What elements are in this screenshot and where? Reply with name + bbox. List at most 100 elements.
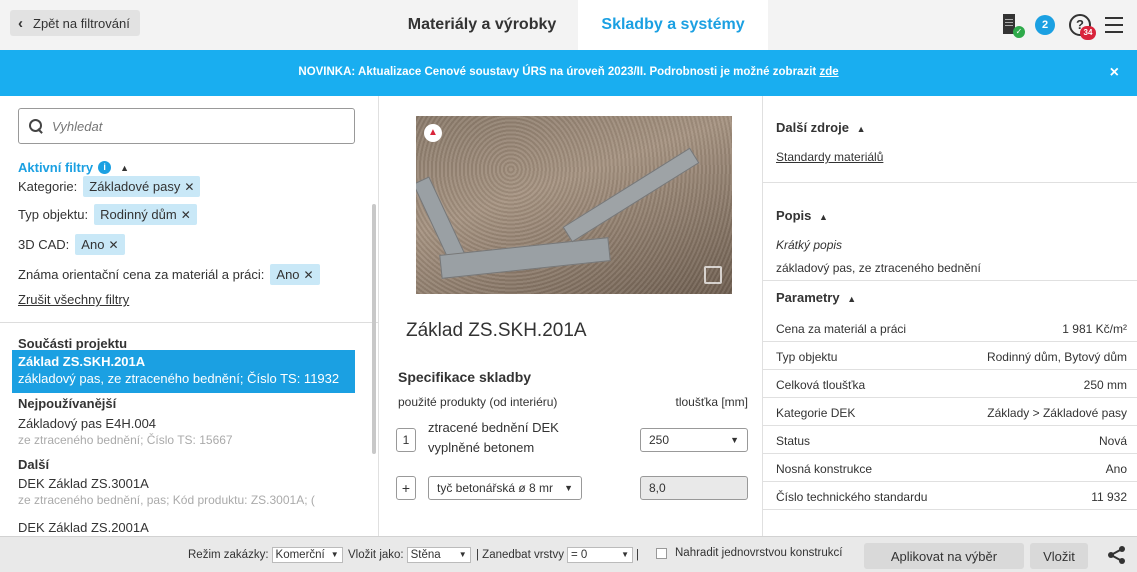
- param-value: 250 mm: [1083, 378, 1127, 392]
- order-mode-select[interactable]: Komerční ▼: [271, 547, 343, 563]
- param-key: Status: [776, 434, 811, 448]
- filter-3d-cad: 3D CAD: Ano ✕: [18, 234, 125, 255]
- info-icon[interactable]: i: [98, 161, 112, 174]
- filter-object-type: Typ objektu: Rodinný dům ✕: [18, 204, 197, 225]
- check-icon: ✓: [1013, 26, 1025, 38]
- param-key: Číslo technického standardu: [776, 490, 928, 504]
- list-item-subtitle: ze ztraceného bednění; Číslo TS: 15667: [18, 433, 233, 447]
- rebar-select[interactable]: tyč betonářská ø 8 mr ▼: [428, 476, 582, 500]
- scrollbar[interactable]: [372, 204, 376, 454]
- filter-chip: Ano ✕: [75, 234, 125, 255]
- apply-to-selection-button[interactable]: Aplikovat na výběr: [864, 543, 1024, 569]
- caret-up-icon: ▲: [847, 294, 857, 304]
- fullscreen-icon[interactable]: [704, 266, 722, 284]
- active-filters-label: Aktivní filtry: [18, 160, 94, 175]
- panel-divider: [378, 96, 379, 536]
- tab-materials[interactable]: Materiály a výrobky: [386, 0, 578, 50]
- header-icons: ✓ 2 ? 34: [1001, 0, 1123, 50]
- banner-message: NOVINKA: Aktualizace Cenové soustavy ÚRS…: [298, 66, 817, 78]
- clear-all-filters-link[interactable]: Zrušit všechny filtry: [18, 292, 129, 307]
- product-title: Základ ZS.SKH.201A: [406, 320, 587, 341]
- menu-line: [1105, 31, 1123, 33]
- param-value: Základy > Základové pasy: [987, 406, 1127, 420]
- layer-thickness-select[interactable]: 250 ▼: [640, 428, 748, 452]
- filter-label: 3D CAD:: [18, 237, 70, 252]
- order-mode-label: Režim zakázky:: [188, 549, 269, 561]
- filter-chip: Rodinný dům ✕: [94, 204, 197, 225]
- tab-materials-label: Materiály a výrobky: [407, 16, 557, 33]
- section-most-used: Nejpoužívanější: [18, 396, 117, 411]
- filter-chip: Základové pasy ✕: [83, 176, 201, 197]
- spec-subtitle: použité produkty (od interiéru): [398, 395, 558, 409]
- building-check-icon[interactable]: ✓: [1001, 14, 1025, 38]
- top-header: ‹ Zpět na filtrování Materiály a výrobky…: [0, 0, 1137, 50]
- spec-title: Specifikace skladby: [398, 369, 532, 385]
- search-input[interactable]: [52, 118, 332, 134]
- add-layer-button[interactable]: +: [396, 476, 416, 500]
- replace-control: Nahradit jednovrstvou konstrukcí: [656, 547, 842, 559]
- menu-line: [1105, 17, 1123, 19]
- remove-filter-icon[interactable]: ✕: [184, 180, 194, 194]
- resources-header[interactable]: Další zdroje ▲: [776, 120, 866, 135]
- caret-up-icon: ▲: [120, 162, 130, 173]
- search-box[interactable]: [18, 108, 355, 144]
- insert-as-select[interactable]: Stěna ▼: [406, 547, 471, 563]
- chevron-down-icon: ▼: [330, 550, 339, 559]
- share-icon[interactable]: [1107, 545, 1127, 565]
- list-item-selected[interactable]: Základ ZS.SKH.201A základový pas, ze ztr…: [12, 350, 355, 393]
- material-standards-link[interactable]: Standardy materiálů: [776, 150, 883, 164]
- param-row: Číslo technického standardu 11 932: [762, 484, 1137, 510]
- param-key: Cena za materiál a práci: [776, 322, 907, 336]
- list-item-title: Základ ZS.SKH.201A: [18, 354, 146, 369]
- product-detail-panel: ▲ Základ ZS.SKH.201A Specifikace skladby…: [386, 96, 762, 536]
- chevron-down-icon: ▼: [621, 550, 629, 559]
- product-3d-image[interactable]: ▲: [416, 116, 732, 294]
- remove-filter-icon[interactable]: ✕: [304, 268, 314, 282]
- hamburger-menu-icon[interactable]: [1105, 17, 1123, 33]
- neglect-layers-value: = 0: [571, 549, 588, 561]
- list-item-subtitle: základový pas, ze ztraceného bednění; Čí…: [18, 371, 340, 386]
- filter-category: Kategorie: Základové pasy ✕: [18, 176, 201, 197]
- param-row: Kategorie DEK Základy > Základové pasy: [762, 400, 1137, 426]
- close-icon[interactable]: ×: [1110, 64, 1119, 82]
- banner-link[interactable]: zde: [819, 66, 838, 78]
- help-icon[interactable]: ? 34: [1069, 14, 1096, 40]
- back-to-filtering-button[interactable]: ‹ Zpět na filtrování: [10, 10, 140, 36]
- order-mode-control: Režim zakázky: Komerční ▼: [188, 547, 343, 563]
- replace-checkbox[interactable]: [656, 547, 667, 559]
- info-panel: Další zdroje ▲ Standardy materiálů Popis…: [762, 96, 1137, 536]
- list-item-title: DEK Základ ZS.2001A: [18, 520, 149, 535]
- param-value: Rodinný dům, Bytový dům: [986, 350, 1127, 364]
- filter-label: Známa orientační cena za materiál a prác…: [18, 267, 265, 282]
- remove-filter-icon[interactable]: ✕: [108, 238, 118, 252]
- layer-thickness-value: 250: [649, 433, 670, 447]
- chevron-down-icon: ▼: [458, 550, 467, 559]
- search-icon: [29, 118, 44, 134]
- filter-chip-value: Ano: [81, 237, 105, 252]
- neglect-layers-select[interactable]: = 0 ▼: [567, 547, 633, 563]
- description-title: Popis: [776, 208, 812, 223]
- tab-systems[interactable]: Skladby a systémy: [578, 0, 768, 50]
- list-item[interactable]: DEK Základ ZS.3001A ze ztraceného bedněn…: [18, 476, 358, 507]
- param-value: Ano: [1105, 462, 1127, 476]
- param-row: Celková tloušťka 250 mm: [762, 372, 1137, 398]
- section-project-parts: Součásti projektu: [18, 336, 128, 351]
- divider: [0, 322, 378, 323]
- active-filters-toggle[interactable]: Aktivní filtry i ▲: [18, 160, 129, 175]
- short-description-label: Krátký popis: [776, 238, 843, 252]
- list-item[interactable]: Základový pas E4H.004 ze ztraceného bedn…: [18, 416, 358, 447]
- insert-as-value: Stěna: [410, 549, 441, 561]
- param-row: Nosná konstrukce Ano: [762, 456, 1137, 482]
- param-row: Typ objektu Rodinný dům, Bytový dům: [762, 344, 1137, 370]
- neglect-layers-label: | Zanedbat vrstvy: [476, 549, 564, 561]
- description-header[interactable]: Popis ▲: [776, 208, 828, 223]
- remove-filter-icon[interactable]: ✕: [181, 208, 191, 222]
- param-key: Nosná konstrukce: [776, 462, 873, 476]
- layer-number: 1: [396, 428, 416, 452]
- brand-logo-icon: ▲: [424, 124, 442, 142]
- list-item[interactable]: DEK Základ ZS.2001A: [18, 520, 358, 535]
- notification-badge[interactable]: 2: [1035, 15, 1055, 35]
- insert-button[interactable]: Vložit: [1030, 543, 1088, 569]
- insert-as-control: Vložit jako: Stěna ▼: [348, 547, 471, 563]
- parameters-header[interactable]: Parametry ▲: [776, 290, 856, 305]
